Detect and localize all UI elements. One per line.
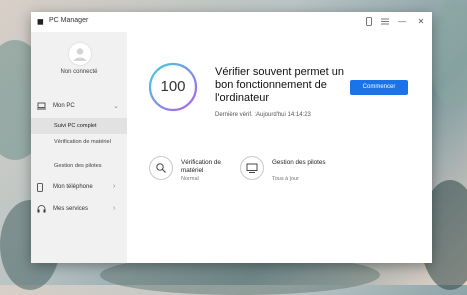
card-hardware-check[interactable]: Vérification de matériel Normal bbox=[149, 152, 239, 182]
menu-icon[interactable] bbox=[377, 15, 393, 29]
close-button[interactable]: ✕ bbox=[413, 15, 429, 29]
sidebar-item-mes-services[interactable]: Mes services › bbox=[31, 201, 127, 217]
card-status: Tous à jour bbox=[272, 176, 299, 182]
card-title: Gestion des pilotes bbox=[272, 159, 326, 166]
last-check-timestamp: Dernière vérif. :Aujourd'hui 14:14:23 bbox=[215, 112, 311, 118]
card-driver-management[interactable]: Gestion des pilotes Tous à jour bbox=[240, 152, 330, 182]
minimize-button[interactable]: — bbox=[394, 15, 410, 29]
sidebar-item-mon-telephone[interactable]: Mon téléphone › bbox=[31, 179, 127, 195]
page-title: Vérifier souvent permet un bon fonctionn… bbox=[215, 66, 345, 104]
headset-icon bbox=[37, 205, 46, 213]
sidebar-subitem-gestion-pilotes[interactable]: Gestion des pilotes bbox=[31, 163, 127, 171]
user-icon bbox=[74, 48, 86, 61]
start-button[interactable]: Commencer bbox=[350, 80, 408, 95]
pc-manager-window: ◼ PC Manager — ✕ Non connecté Mon PC ⌄ S… bbox=[31, 12, 432, 263]
sidebar-subitem-label: Vérification de matériel bbox=[54, 139, 111, 145]
user-status: Non connecté bbox=[60, 69, 98, 75]
sidebar-subitem-label: Gestion des pilotes bbox=[54, 163, 102, 169]
hardware-check-icon bbox=[149, 156, 173, 180]
driver-management-icon bbox=[240, 156, 264, 180]
phone-icon[interactable] bbox=[361, 15, 377, 29]
chevron-right-icon: › bbox=[113, 205, 116, 212]
main-panel: 100 Vérifier souvent permet un bon fonct… bbox=[127, 32, 432, 263]
card-title: Vérification de matériel bbox=[181, 159, 221, 174]
card-status: Normal bbox=[181, 176, 199, 182]
sidebar-subitem-verification-materiel[interactable]: Vérification de matériel bbox=[31, 139, 127, 155]
health-score: 100 bbox=[160, 78, 186, 95]
sidebar-item-label: Mon PC bbox=[53, 103, 75, 109]
chevron-right-icon: › bbox=[113, 183, 116, 190]
laptop-icon bbox=[37, 102, 46, 110]
health-score-ring: 100 bbox=[148, 62, 198, 112]
sidebar-subitem-suivi-pc[interactable]: Suivi PC complet bbox=[31, 118, 127, 134]
sidebar-item-mon-pc[interactable]: Mon PC ⌄ bbox=[31, 98, 127, 114]
sidebar: Non connecté Mon PC ⌄ Suivi PC complet V… bbox=[31, 32, 127, 263]
phone-icon bbox=[37, 183, 45, 192]
chevron-down-icon: ⌄ bbox=[113, 103, 119, 110]
sidebar-item-label: Mon téléphone bbox=[53, 184, 93, 190]
avatar[interactable] bbox=[68, 42, 92, 66]
app-logo-icon: ◼ bbox=[37, 17, 44, 26]
sidebar-item-label: Mes services bbox=[53, 206, 89, 212]
sidebar-subitem-label: Suivi PC complet bbox=[54, 123, 97, 129]
window-title: PC Manager bbox=[49, 17, 89, 24]
title-bar: ◼ PC Manager — ✕ bbox=[31, 12, 432, 32]
